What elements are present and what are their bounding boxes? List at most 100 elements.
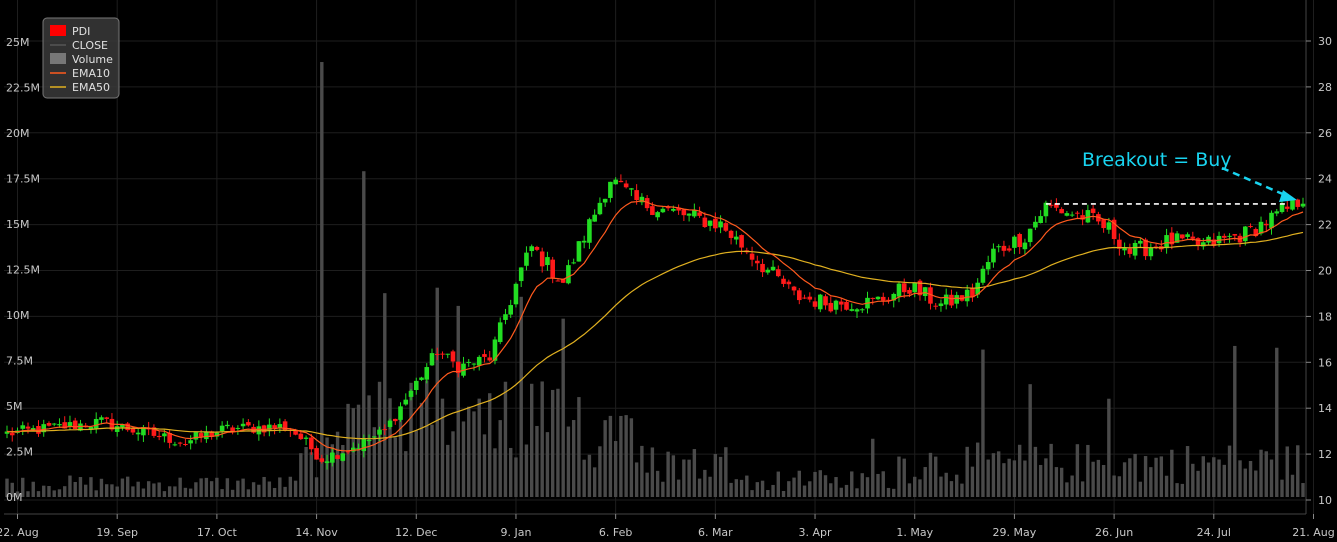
candle-body (1048, 204, 1054, 206)
volume-bar (734, 479, 739, 497)
candle-body (72, 420, 78, 430)
volume-bar (640, 445, 644, 497)
volume-bar (823, 475, 828, 497)
candle-body (424, 367, 430, 380)
legend-label: PDI (72, 25, 90, 38)
volume-bar (299, 453, 303, 497)
right-tick-label: 18 (1318, 310, 1332, 323)
volume-bar (655, 470, 660, 497)
volume-bar (881, 471, 885, 497)
volume-bar (477, 398, 481, 497)
volume-bar (89, 477, 93, 497)
candle-body (183, 443, 188, 445)
candle-body (707, 220, 713, 226)
volume-bar (230, 489, 235, 497)
volume-bar (603, 420, 607, 497)
candle-body (413, 380, 419, 391)
x-tick-label: 3. Apr (799, 526, 832, 539)
annotation-arrowhead (1279, 190, 1297, 202)
volume-bar (797, 470, 801, 497)
volume-bar (493, 448, 497, 497)
volume-bar (52, 490, 56, 497)
candle-body (655, 212, 660, 218)
volume-bar (461, 421, 466, 497)
volume-bar (818, 470, 822, 497)
volume-bar (152, 483, 156, 497)
volume-bar (236, 480, 240, 497)
volume-bar (183, 487, 188, 497)
candle-body (734, 236, 739, 240)
volume-bar (687, 459, 691, 497)
candle-body (618, 180, 624, 183)
candle-body (177, 442, 183, 444)
volume-bar (136, 481, 140, 497)
candle-body (844, 301, 849, 310)
candle-body (634, 190, 639, 201)
candle-body (366, 440, 372, 442)
volume-bar (703, 469, 707, 497)
volume-bar (1233, 345, 1237, 497)
volume-bar (1059, 467, 1064, 497)
volume-bar (84, 484, 88, 497)
candle-body (1263, 223, 1269, 226)
candle-body (51, 423, 57, 425)
volume-bar (865, 477, 870, 497)
volume-bar (388, 398, 392, 497)
volume-bar (63, 486, 67, 497)
candle-body (802, 297, 807, 299)
candle-body (823, 296, 828, 306)
left-tick-label: 7.5M (6, 355, 33, 368)
candle-body (219, 425, 225, 432)
volume-bar (204, 477, 209, 497)
candle-body (508, 305, 514, 315)
left-tick-label: 10M (6, 309, 30, 322)
volume-bar (472, 411, 476, 497)
candle-body (235, 427, 241, 429)
volume-bar (1002, 463, 1006, 497)
volume-bar (1044, 458, 1048, 497)
volume-bar (556, 388, 560, 497)
candle-body (503, 314, 508, 320)
volume-bar (110, 484, 114, 497)
volume-bar (1296, 445, 1300, 497)
candle-body (566, 265, 571, 284)
candle-body (340, 453, 346, 461)
volume-bar (162, 491, 167, 497)
candle-body (943, 294, 949, 305)
volume-bar (1259, 449, 1263, 497)
volume-bar (839, 487, 843, 497)
volume-bar (383, 293, 387, 497)
candle-body (345, 451, 351, 453)
volume-bar (99, 478, 104, 497)
volume-bar (860, 473, 864, 497)
candle-body (671, 208, 676, 211)
candle-body (776, 269, 781, 277)
candle-body (933, 305, 939, 307)
candle-body (817, 294, 823, 310)
right-tick-label: 26 (1318, 127, 1332, 140)
left-tick-label: 12.5M (6, 264, 40, 277)
candle-body (749, 253, 755, 260)
candle-body (692, 210, 697, 217)
candle-body (854, 309, 860, 312)
x-tick-label: 24. Jul (1197, 526, 1231, 539)
candle-body (377, 429, 382, 435)
volume-bar (1101, 464, 1106, 497)
candle-body (408, 390, 414, 397)
volume-bar (1117, 476, 1122, 497)
volume-bar (1275, 347, 1279, 497)
left-tick-label: 0M (6, 491, 23, 504)
volume-bar (1212, 457, 1216, 497)
candle-body (198, 433, 204, 437)
volume-bar (624, 415, 628, 497)
candle-body (497, 322, 503, 343)
volume-bar (404, 451, 408, 497)
volume-bar (419, 402, 424, 497)
candle-body (1006, 248, 1012, 251)
candle-body (613, 179, 618, 185)
volume-bar (844, 484, 849, 497)
volume-bar (194, 482, 198, 497)
volume-bar (257, 484, 261, 497)
left-tick-label: 17.5M (6, 173, 40, 186)
volume-bar (577, 397, 581, 497)
